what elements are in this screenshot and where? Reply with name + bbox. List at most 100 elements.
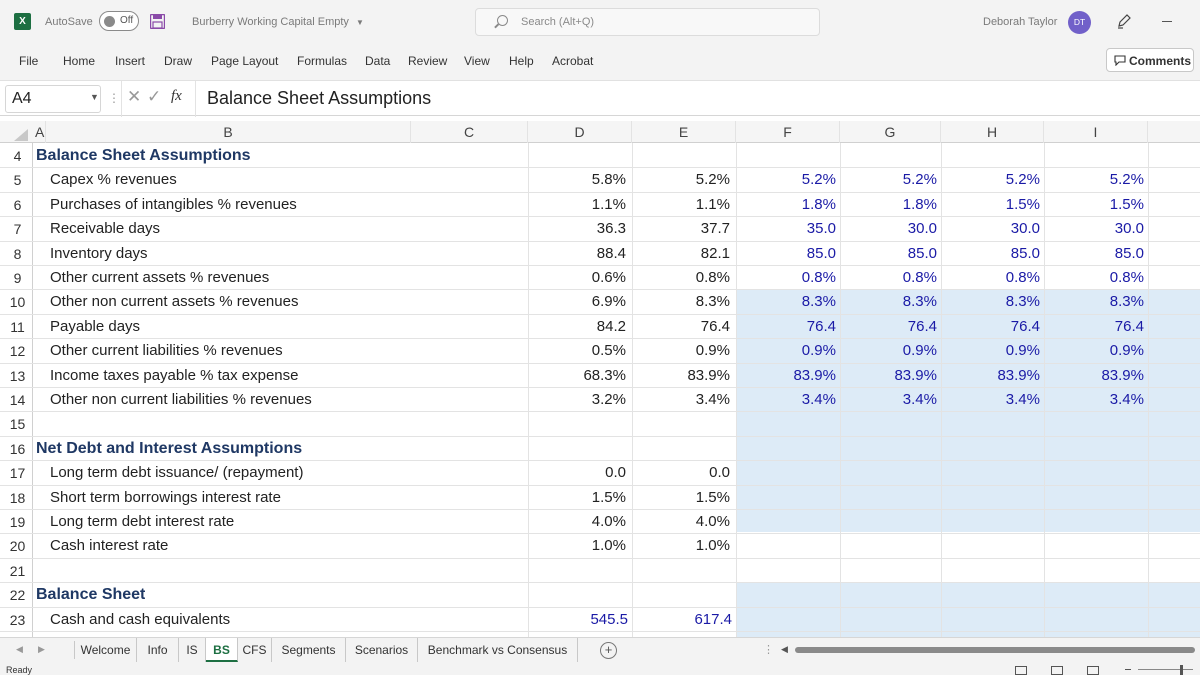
zoom-slider-handle[interactable]	[1180, 665, 1183, 675]
forecast-value-cell[interactable]	[736, 412, 836, 436]
tab-sheet-benchmark-vs-consensus[interactable]: Benchmark vs Consensus	[418, 638, 578, 662]
historical-value-cell[interactable]: 617.4	[632, 608, 732, 632]
autosave-toggle[interactable]: Off	[99, 11, 139, 31]
forecast-value-cell[interactable]	[840, 534, 937, 558]
forecast-value-cell[interactable]: 76.4	[941, 315, 1040, 339]
tab-sheet-welcome[interactable]: Welcome	[75, 638, 137, 662]
historical-value-cell[interactable]	[528, 412, 628, 436]
search-box[interactable]: Search (Alt+Q)	[475, 8, 820, 36]
historical-value-cell[interactable]	[528, 559, 628, 583]
row-header[interactable]: 18	[0, 486, 32, 510]
forecast-value-cell[interactable]: 3.4%	[736, 388, 836, 412]
column-header-e[interactable]: E	[632, 121, 736, 143]
column-header-i[interactable]: I	[1044, 121, 1148, 143]
forecast-value-cell[interactable]: 76.4	[840, 315, 937, 339]
forecast-value-cell[interactable]: 35.0	[736, 217, 836, 241]
forecast-value-cell[interactable]: 1.5%	[1044, 193, 1144, 217]
row-header[interactable]: 22	[0, 583, 32, 607]
forecast-value-cell[interactable]	[840, 559, 937, 583]
column-header-b[interactable]: B	[46, 121, 411, 143]
forecast-value-cell[interactable]: 0.9%	[1044, 339, 1144, 363]
forecast-value-cell[interactable]: 85.0	[941, 242, 1040, 266]
row-header[interactable]: 14	[0, 388, 32, 412]
normal-view-icon[interactable]	[1015, 666, 1027, 675]
historical-value-cell[interactable]	[528, 437, 628, 461]
forecast-value-cell[interactable]: 5.2%	[1044, 168, 1144, 192]
historical-value-cell[interactable]	[632, 412, 732, 436]
forecast-value-cell[interactable]: 85.0	[840, 242, 937, 266]
row-header[interactable]: 23	[0, 608, 32, 632]
historical-value-cell[interactable]: 68.3%	[528, 364, 628, 388]
tab-page-layout[interactable]: Page Layout	[211, 54, 278, 68]
historical-value-cell[interactable]: 1.1%	[632, 193, 732, 217]
forecast-value-cell[interactable]: 3.4%	[840, 388, 937, 412]
forecast-value-cell[interactable]	[941, 412, 1040, 436]
section-header[interactable]: Balance Sheet	[36, 583, 145, 607]
forecast-value-cell[interactable]: 30.0	[1044, 217, 1144, 241]
row-label[interactable]: Cash interest rate	[50, 534, 168, 558]
row-header[interactable]: 4	[0, 144, 32, 168]
historical-value-cell[interactable]: 3.2%	[528, 388, 628, 412]
row-header[interactable]: 16	[0, 437, 32, 461]
forecast-value-cell[interactable]	[736, 486, 836, 510]
forecast-value-cell[interactable]	[840, 144, 937, 168]
forecast-value-cell[interactable]: 0.8%	[840, 266, 937, 290]
forecast-value-cell[interactable]: 76.4	[736, 315, 836, 339]
forecast-value-cell[interactable]	[1044, 437, 1144, 461]
forecast-value-cell[interactable]	[1044, 412, 1144, 436]
historical-value-cell[interactable]: 6.9%	[528, 290, 628, 314]
forecast-value-cell[interactable]	[1044, 144, 1144, 168]
tab-sheet-cfs[interactable]: CFS	[238, 638, 272, 662]
forecast-value-cell[interactable]: 76.4	[1044, 315, 1144, 339]
forecast-value-cell[interactable]	[1044, 559, 1144, 583]
insert-function-icon[interactable]: fx	[171, 88, 182, 105]
more-icon[interactable]: ⋮	[763, 643, 774, 656]
enter-icon[interactable]: ✓	[147, 87, 161, 107]
row-header[interactable]: 15	[0, 412, 32, 436]
row-label[interactable]: Payable days	[50, 315, 140, 339]
historical-value-cell[interactable]: 0.0	[528, 461, 628, 485]
row-header[interactable]: 19	[0, 510, 32, 534]
pen-icon[interactable]	[1116, 13, 1132, 29]
tab-file[interactable]: File	[19, 54, 38, 68]
historical-value-cell[interactable]: 76.4	[632, 315, 732, 339]
forecast-value-cell[interactable]	[840, 461, 937, 485]
forecast-value-cell[interactable]	[941, 534, 1040, 558]
avatar[interactable]: DT	[1068, 11, 1091, 34]
row-header[interactable]: 9	[0, 266, 32, 290]
forecast-value-cell[interactable]: 1.8%	[840, 193, 937, 217]
forecast-value-cell[interactable]	[736, 437, 836, 461]
historical-value-cell[interactable]: 83.9%	[632, 364, 732, 388]
forecast-value-cell[interactable]	[840, 583, 937, 607]
forecast-value-cell[interactable]	[736, 144, 836, 168]
row-header[interactable]: 20	[0, 534, 32, 558]
row-header[interactable]: 8	[0, 242, 32, 266]
formula-input[interactable]: Balance Sheet Assumptions	[207, 88, 431, 109]
row-header[interactable]: 21	[0, 559, 32, 583]
row-label[interactable]: Short term borrowings interest rate	[50, 486, 281, 510]
historical-value-cell[interactable]: 5.8%	[528, 168, 628, 192]
page-break-view-icon[interactable]	[1087, 666, 1099, 675]
forecast-value-cell[interactable]: 5.2%	[941, 168, 1040, 192]
forecast-value-cell[interactable]	[840, 486, 937, 510]
historical-value-cell[interactable]: 84.2	[528, 315, 628, 339]
scroll-left-icon[interactable]: ◀	[781, 644, 788, 655]
scroll-left-icon[interactable]: ◀	[16, 644, 23, 655]
historical-value-cell[interactable]	[528, 583, 628, 607]
row-label[interactable]: Other non current assets % revenues	[50, 290, 298, 314]
historical-value-cell[interactable]: 4.0%	[632, 510, 732, 534]
row-header[interactable]: 12	[0, 339, 32, 363]
tab-sheet-segments[interactable]: Segments	[272, 638, 346, 662]
forecast-value-cell[interactable]	[941, 461, 1040, 485]
forecast-value-cell[interactable]: 85.0	[1044, 242, 1144, 266]
forecast-value-cell[interactable]: 83.9%	[1044, 364, 1144, 388]
tab-sheet-info[interactable]: Info	[137, 638, 179, 662]
select-all-icon[interactable]	[14, 129, 28, 141]
zoom-slider[interactable]	[1138, 669, 1193, 670]
column-header-g[interactable]: G	[840, 121, 941, 143]
tab-help[interactable]: Help	[509, 54, 534, 68]
historical-value-cell[interactable]: 1.0%	[632, 534, 732, 558]
add-sheet-button[interactable]: +	[600, 642, 617, 659]
historical-value-cell[interactable]: 0.6%	[528, 266, 628, 290]
forecast-value-cell[interactable]	[840, 510, 937, 534]
